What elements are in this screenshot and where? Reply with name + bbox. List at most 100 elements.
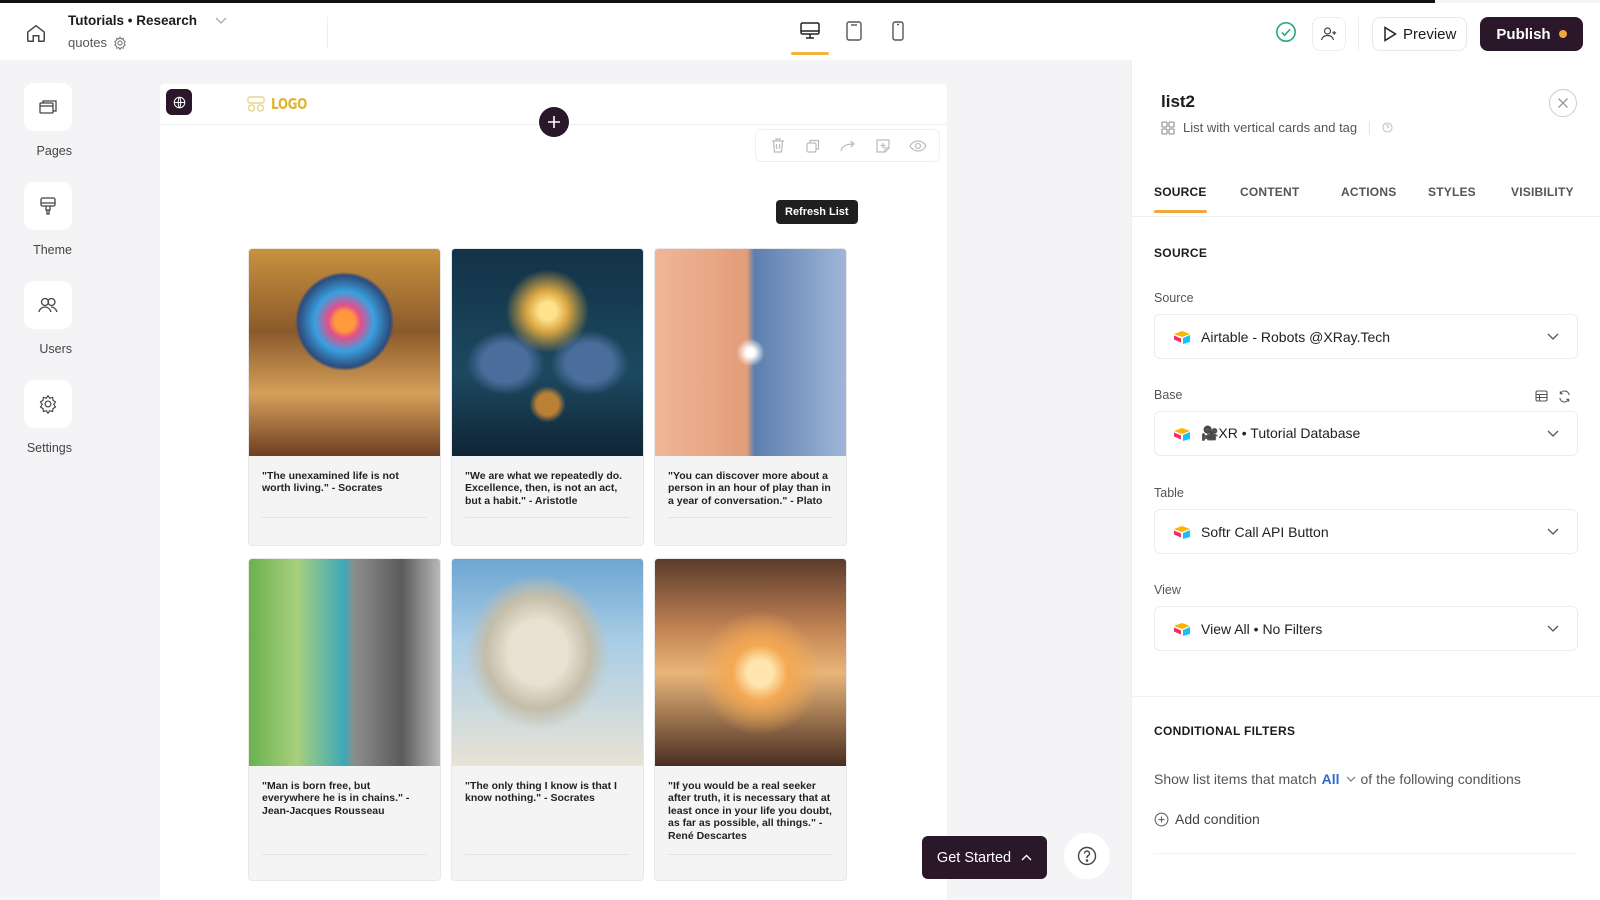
- table-view-icon[interactable]: [1535, 390, 1548, 402]
- gear-icon: [39, 394, 57, 414]
- plus-circle-icon: [1154, 812, 1169, 826]
- redirect-arrow-icon: [839, 140, 855, 151]
- card-divider: [465, 517, 630, 518]
- sidebar-item-label: Theme: [33, 243, 72, 257]
- card-quote: "You can discover more about a person in…: [668, 470, 831, 507]
- desktop-view-button[interactable]: [791, 16, 829, 55]
- site-logo[interactable]: LOGO: [247, 95, 316, 113]
- filter-suffix: of the following conditions: [1360, 771, 1521, 787]
- add-user-icon: [1320, 27, 1337, 41]
- page-settings-icon[interactable]: [113, 35, 127, 50]
- airtable-icon: [1174, 427, 1190, 441]
- filter-match-sentence: Show list items that match All of the fo…: [1154, 771, 1521, 787]
- card-divider: [668, 517, 833, 518]
- view-label: View: [1154, 583, 1181, 597]
- card-image: [452, 559, 643, 766]
- get-started-label: Get Started: [936, 849, 1012, 866]
- sidebar-item-theme[interactable]: Theme: [24, 182, 72, 259]
- plus-icon: [548, 116, 560, 128]
- close-icon: [1558, 98, 1568, 108]
- list-item[interactable]: "If you would be a real seeker after tru…: [654, 558, 847, 881]
- help-button[interactable]: [1064, 833, 1110, 879]
- header-divider: [1358, 17, 1359, 51]
- card-quote: "Man is born free, but everywhere he is …: [262, 780, 410, 817]
- close-panel-button[interactable]: [1549, 89, 1577, 117]
- publish-button[interactable]: Publish: [1480, 17, 1583, 51]
- source-section-title: SOURCE: [1154, 246, 1208, 260]
- sidebar-item-pages[interactable]: Pages: [24, 83, 72, 160]
- preview-label: Preview: [1403, 25, 1457, 43]
- home-button[interactable]: [22, 19, 50, 47]
- table-value: Softr Call API Button: [1201, 523, 1329, 540]
- panel-tabs: SOURCE CONTENT ACTIONS STYLES VISIBILITY: [1132, 179, 1600, 217]
- preview-button[interactable]: Preview: [1372, 17, 1468, 51]
- list-item[interactable]: "Man is born free, but everywhere he is …: [248, 558, 441, 881]
- home-icon: [27, 24, 45, 42]
- page-canvas: LOGO Refresh List "The unexamined life i…: [160, 84, 947, 900]
- info-help-icon[interactable]: [1382, 122, 1393, 133]
- table-select[interactable]: Softr Call API Button: [1154, 509, 1578, 554]
- view-select[interactable]: View All • No Filters: [1154, 606, 1578, 651]
- device-switcher: [791, 16, 913, 55]
- tab-visibility[interactable]: VISIBILITY: [1511, 185, 1574, 199]
- logo-text: LOGO: [271, 95, 307, 113]
- card-divider: [262, 517, 427, 518]
- block-settings-panel: list2 List with vertical cards and tag S…: [1131, 60, 1600, 900]
- sidebar-item-settings[interactable]: Settings: [24, 380, 72, 457]
- filter-prefix: Show list items that match: [1154, 771, 1317, 787]
- save-to-library-button[interactable]: [871, 134, 895, 158]
- card-image: [249, 559, 440, 766]
- chevron-down-icon: [1547, 333, 1559, 340]
- language-button[interactable]: [166, 89, 192, 115]
- chevron-down-icon: [215, 17, 227, 24]
- tab-actions[interactable]: ACTIONS: [1341, 185, 1396, 199]
- project-title: Tutorials • Research: [68, 13, 198, 28]
- mobile-icon: [892, 21, 904, 41]
- add-block-button[interactable]: [539, 107, 569, 137]
- card-divider: [262, 854, 427, 855]
- refresh-icon[interactable]: [1558, 390, 1571, 403]
- card-image: [452, 249, 643, 456]
- tab-source[interactable]: SOURCE: [1154, 185, 1207, 213]
- duplicate-block-button[interactable]: [801, 134, 825, 158]
- source-value: Airtable - Robots @XRay.Tech: [1201, 328, 1391, 345]
- help-icon: [1077, 846, 1097, 866]
- card-image: [249, 249, 440, 456]
- mobile-view-button[interactable]: [883, 16, 913, 46]
- delete-block-button[interactable]: [766, 134, 790, 158]
- source-select[interactable]: Airtable - Robots @XRay.Tech: [1154, 314, 1578, 359]
- get-started-button[interactable]: Get Started: [922, 836, 1047, 879]
- add-condition-button[interactable]: Add condition: [1154, 811, 1260, 827]
- tablet-view-button[interactable]: [839, 16, 869, 46]
- match-mode-dropdown[interactable]: All: [1322, 771, 1356, 787]
- base-label: Base: [1154, 388, 1183, 402]
- project-switcher[interactable]: Tutorials • Research: [68, 13, 227, 28]
- project-info: Tutorials • Research quotes: [68, 13, 227, 50]
- conditional-filters-title: CONDITIONAL FILTERS: [1154, 724, 1296, 738]
- airtable-icon: [1174, 525, 1190, 539]
- section-divider: [1132, 696, 1600, 697]
- chevron-down-icon: [1346, 776, 1355, 782]
- visibility-button[interactable]: [906, 134, 930, 158]
- tab-content[interactable]: CONTENT: [1240, 185, 1299, 199]
- list-item[interactable]: "The only thing I know is that I know no…: [451, 558, 644, 881]
- list-item[interactable]: "You can discover more about a person in…: [654, 248, 847, 546]
- list-block: "The unexamined life is not worth living…: [248, 248, 848, 881]
- move-block-button[interactable]: [836, 134, 860, 158]
- list-item[interactable]: "The unexamined life is not worth living…: [248, 248, 441, 546]
- refresh-list-button[interactable]: Refresh List: [776, 200, 858, 224]
- chevron-up-icon: [1021, 854, 1032, 861]
- invite-user-button[interactable]: [1312, 17, 1346, 51]
- list-item[interactable]: "We are what we repeatedly do. Excellenc…: [451, 248, 644, 546]
- section-divider: [1154, 853, 1578, 854]
- sidebar-item-users[interactable]: Users: [24, 281, 72, 358]
- pages-icon: [39, 100, 57, 114]
- sidebar-item-label: Settings: [26, 441, 72, 455]
- left-sidebar: Pages Theme Users Settings: [0, 60, 96, 900]
- eye-icon: [908, 139, 927, 152]
- block-name: list2: [1161, 92, 1196, 111]
- desktop-icon: [800, 22, 820, 39]
- tab-styles[interactable]: STYLES: [1428, 185, 1476, 199]
- card-quote: "The unexamined life is not worth living…: [262, 470, 399, 495]
- base-select[interactable]: 🎥XR • Tutorial Database: [1154, 411, 1578, 456]
